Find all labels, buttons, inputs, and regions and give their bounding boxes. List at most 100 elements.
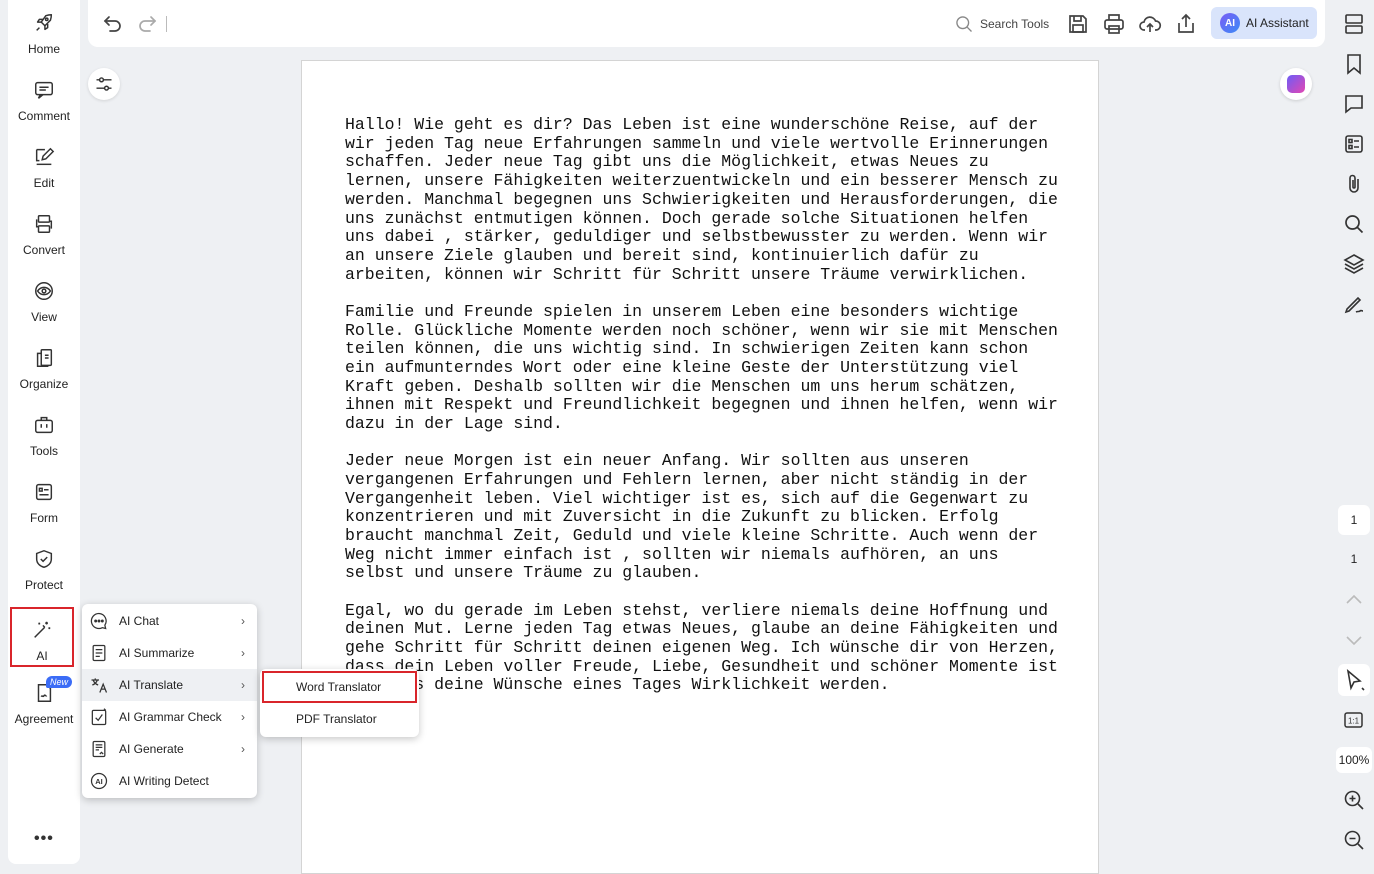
save-button[interactable] [1066, 12, 1090, 36]
chevron-down-icon [1346, 636, 1362, 646]
nav-ai[interactable]: AI [10, 607, 74, 667]
document-text: Hallo! Wie geht es dir? Das Leben ist ei… [345, 115, 1065, 714]
share-button[interactable] [1174, 12, 1198, 36]
previous-page-button[interactable] [1342, 588, 1366, 612]
redo-button[interactable] [135, 12, 159, 36]
menu-item-ai-translate[interactable]: AI Translate › [82, 669, 257, 701]
menu-item-label: AI Generate [119, 742, 184, 756]
chevron-up-icon [1346, 594, 1362, 604]
bookmark-button[interactable] [1342, 52, 1366, 76]
select-tool-button[interactable] [1338, 664, 1370, 696]
nav-edit-label: Edit [33, 176, 55, 190]
menu-item-ai-generate[interactable]: AI Generate › [82, 733, 257, 765]
nav-protect[interactable]: Protect [8, 536, 80, 598]
undo-button[interactable] [101, 12, 125, 36]
organize-icon [33, 347, 55, 369]
toolbar-separator [166, 16, 167, 32]
page-total: 1 [1350, 552, 1358, 566]
word-translator-label: Word Translator [296, 680, 382, 694]
search-panel-button[interactable] [1342, 212, 1366, 236]
attachment-button[interactable] [1342, 172, 1366, 196]
chevron-right-icon: › [241, 710, 245, 724]
shield-icon [33, 548, 55, 570]
nav-convert[interactable]: Convert [8, 201, 80, 263]
document-paragraph: Familie und Freunde spielen in unserem L… [345, 301, 1058, 434]
menu-item-label: AI Summarize [119, 646, 195, 660]
menu-item-ai-grammar-check[interactable]: AI Grammar Check › [82, 701, 257, 733]
comment-panel-icon [1345, 95, 1363, 114]
signature-button[interactable] [1342, 292, 1366, 316]
nav-agreement[interactable]: New Agreement [8, 670, 80, 732]
nav-form[interactable]: Form [8, 469, 80, 531]
thumbnails-button[interactable] [1342, 12, 1366, 36]
view-settings-button[interactable] [88, 68, 120, 100]
word-translator-item[interactable]: Word Translator [262, 671, 417, 703]
more-menu-button[interactable]: ••• [34, 830, 54, 848]
chevron-right-icon: › [241, 646, 245, 660]
menu-item-label: AI Translate [119, 678, 184, 692]
translate-submenu: Word Translator PDF Translator [260, 669, 419, 737]
writing-detect-icon: AI [89, 771, 109, 791]
pdf-translator-label: PDF Translator [296, 712, 377, 726]
grammar-check-icon [89, 707, 109, 727]
form-fields-button[interactable] [1342, 132, 1366, 156]
form-fields-icon [1345, 135, 1363, 153]
nav-home[interactable]: Home [8, 0, 80, 62]
zoom-in-icon [1344, 790, 1364, 810]
layers-icon [1343, 254, 1365, 274]
nav-comment[interactable]: Comment [8, 67, 80, 129]
layers-button[interactable] [1342, 252, 1366, 276]
next-page-button[interactable] [1342, 628, 1366, 652]
translate-icon [89, 675, 109, 695]
ai-assistant-button[interactable]: AI AI Assistant [1211, 7, 1317, 39]
sliders-icon [94, 74, 114, 94]
comments-panel-button[interactable] [1342, 92, 1366, 116]
zoom-out-button[interactable] [1342, 828, 1366, 852]
print-button[interactable] [1102, 12, 1126, 36]
convert-icon [33, 213, 55, 235]
search-icon [1345, 215, 1364, 234]
comment-icon [33, 79, 55, 101]
document-paragraph: Egal, wo du gerade im Leben stehst, verl… [345, 600, 1058, 695]
nav-edit[interactable]: Edit [8, 134, 80, 196]
nav-organize[interactable]: Organize [8, 335, 80, 397]
nav-agreement-label: Agreement [14, 712, 74, 726]
zoom-out-icon [1344, 830, 1364, 850]
ai-assistant-logo: AI [1220, 13, 1240, 33]
nav-view[interactable]: View [8, 268, 80, 330]
top-toolbar: Search Tools AI AI Assistant [88, 0, 1325, 47]
menu-item-ai-summarize[interactable]: AI Summarize › [82, 637, 257, 669]
zoom-in-button[interactable] [1342, 788, 1366, 812]
bookmark-icon [1347, 54, 1361, 75]
share-icon [1178, 13, 1194, 33]
nav-convert-label: Convert [22, 243, 66, 257]
search-tools-button[interactable]: Search Tools [954, 12, 1049, 36]
nav-view-label: View [31, 310, 57, 324]
menu-item-label: AI Grammar Check [119, 710, 222, 724]
page-number-input[interactable]: 1 [1338, 505, 1370, 535]
chevron-right-icon: › [241, 742, 245, 756]
right-sidebar: 1 1 1:1 100% [1334, 0, 1374, 872]
floating-ai-button[interactable] [1280, 68, 1312, 100]
paperclip-icon [1349, 174, 1359, 193]
redo-icon [139, 16, 157, 32]
document-page[interactable]: Hallo! Wie geht es dir? Das Leben ist ei… [301, 60, 1099, 874]
actual-size-icon: 1:1 [1344, 712, 1363, 728]
signature-icon [1344, 296, 1364, 314]
menu-item-ai-writing-detect[interactable]: AI AI Writing Detect [82, 765, 257, 797]
summarize-icon [89, 643, 109, 663]
left-nav: Home Comment Edit Convert View Organize [8, 0, 80, 864]
nav-tools[interactable]: Tools [8, 402, 80, 464]
menu-item-ai-chat[interactable]: AI Chat › [82, 605, 257, 637]
cloud-upload-button[interactable] [1138, 12, 1162, 36]
eye-icon [33, 280, 55, 302]
nav-ai-label: AI [36, 649, 48, 663]
save-icon [1069, 15, 1087, 33]
menu-item-label: AI Chat [119, 614, 160, 628]
zoom-level[interactable]: 100% [1336, 747, 1372, 773]
actual-size-button[interactable]: 1:1 [1342, 708, 1366, 732]
pdf-translator-item[interactable]: PDF Translator [260, 703, 419, 735]
cursor-icon [1346, 668, 1365, 691]
generate-icon [89, 739, 109, 759]
svg-text:AI: AI [95, 777, 103, 786]
